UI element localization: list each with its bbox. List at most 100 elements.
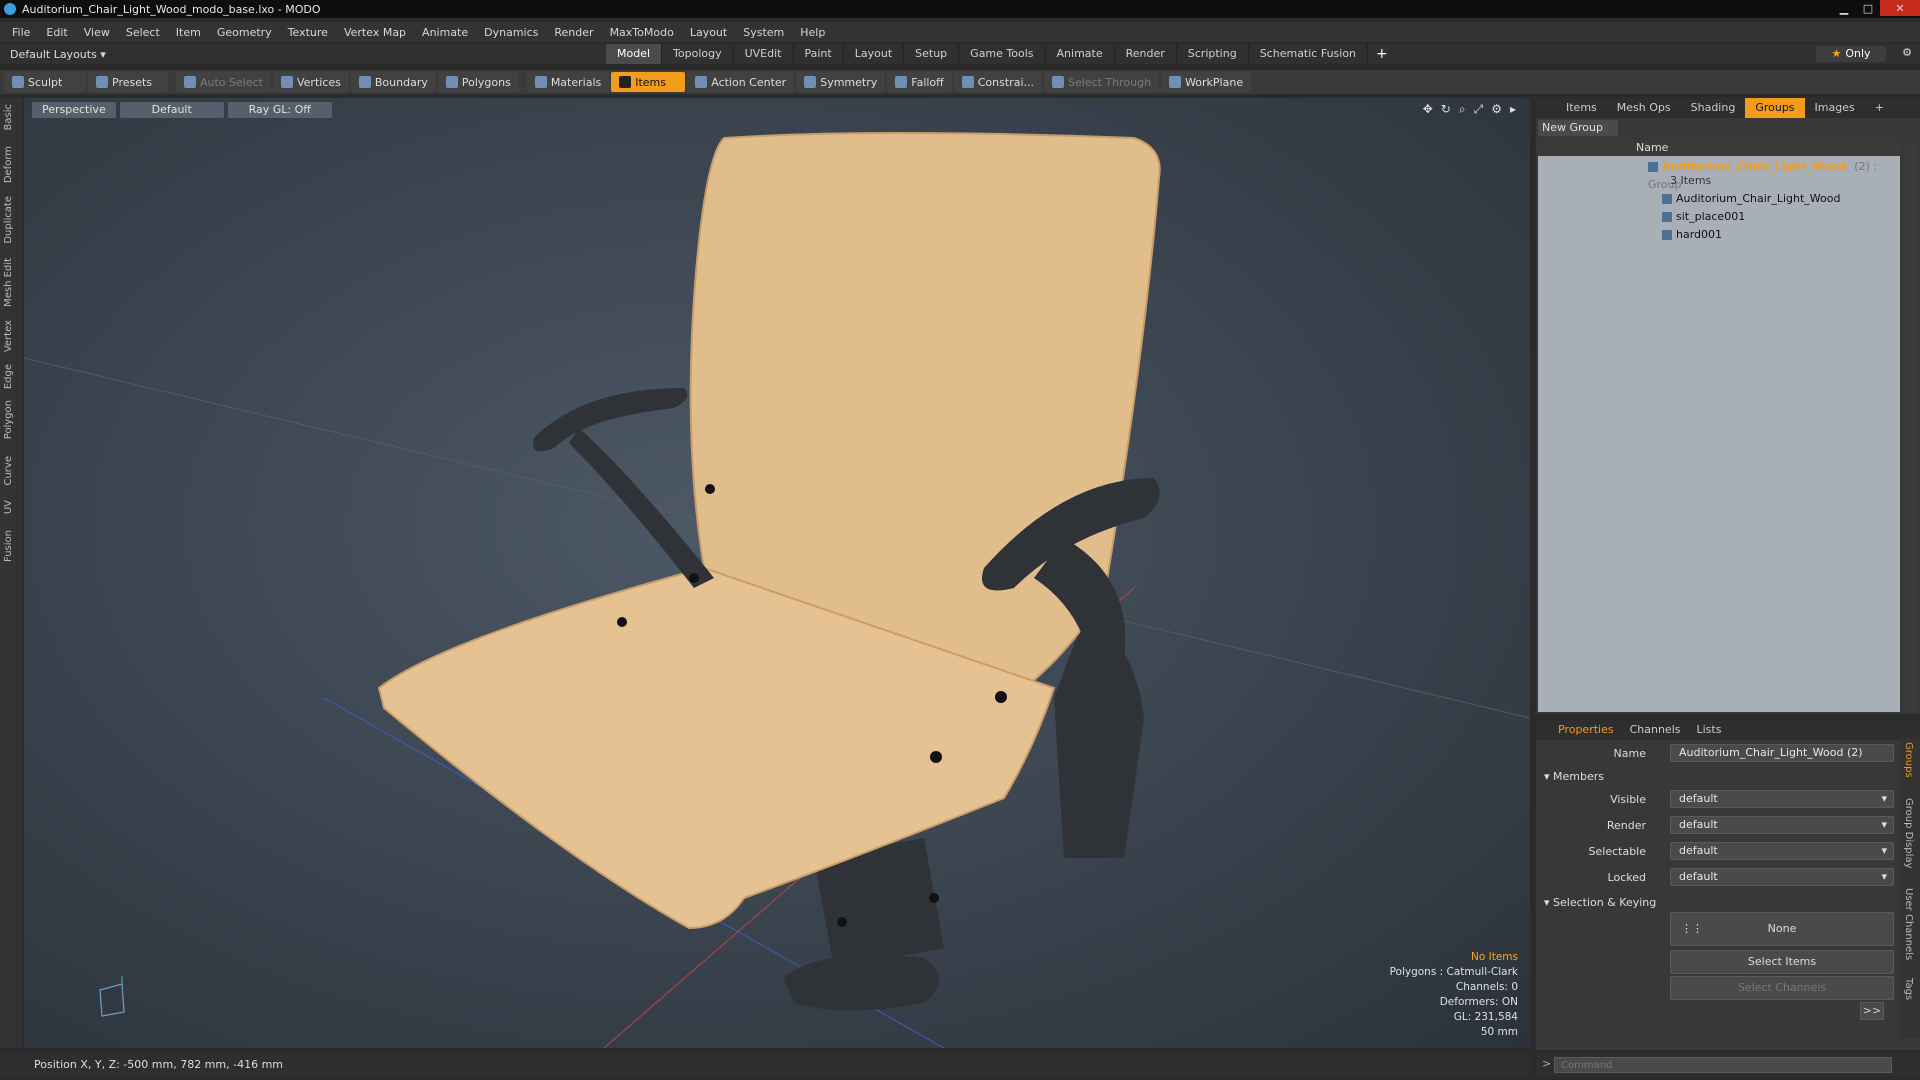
menu-layout[interactable]: Layout <box>682 26 735 39</box>
left-tab-curve[interactable]: Curve <box>3 456 14 486</box>
selection-keying-section[interactable]: ▾ Selection & Keying <box>1544 896 1656 909</box>
symmetry-button[interactable]: Symmetry <box>796 72 886 92</box>
tab-layout[interactable]: Layout <box>844 44 905 64</box>
auto-select-icon <box>184 76 196 88</box>
visible-dropdown[interactable]: default <box>1670 790 1894 808</box>
tab-shading[interactable]: Shading <box>1681 98 1746 118</box>
menu-help[interactable]: Help <box>792 26 833 39</box>
tab-animate[interactable]: Animate <box>1046 44 1115 64</box>
constraints-button[interactable]: Constrai... <box>953 72 1042 92</box>
tab-lists[interactable]: Lists <box>1689 720 1730 740</box>
add-panel-tab-icon[interactable]: + <box>1865 98 1894 118</box>
presets-button[interactable]: Presets <box>88 72 168 92</box>
tab-mesh-ops[interactable]: Mesh Ops <box>1607 98 1681 118</box>
viewport-gear-icon[interactable]: ⚙ <box>1491 102 1502 117</box>
boundary-button[interactable]: Boundary <box>350 72 436 92</box>
maximize-icon[interactable]: □ <box>1856 0 1880 16</box>
menu-view[interactable]: View <box>76 26 118 39</box>
raygl-button[interactable]: Ray GL: Off <box>227 102 332 118</box>
side-tab-tags[interactable]: Tags <box>1903 978 1914 1000</box>
list-item[interactable]: hard001 <box>1538 226 1900 244</box>
action-center-button[interactable]: Action Center <box>687 72 795 92</box>
menu-animate[interactable]: Animate <box>414 26 476 39</box>
left-tab-duplicate[interactable]: Duplicate <box>3 196 14 244</box>
menu-edit[interactable]: Edit <box>38 26 75 39</box>
groups-scrollbar[interactable] <box>1906 140 1916 712</box>
name-column-header[interactable]: Name <box>1538 140 1900 156</box>
close-icon[interactable]: ✕ <box>1880 0 1920 16</box>
left-tab-edge[interactable]: Edge <box>3 364 14 389</box>
tab-render[interactable]: Render <box>1115 44 1177 64</box>
only-button[interactable]: ★ Only <box>1816 46 1886 62</box>
left-tab-polygon[interactable]: Polygon <box>3 400 14 439</box>
items-button[interactable]: Items <box>611 72 686 92</box>
side-tab-groups[interactable]: Groups <box>1903 742 1914 778</box>
select-through-button[interactable]: Select Through <box>1044 72 1160 92</box>
default-layouts-dropdown[interactable]: Default Layouts ▾ <box>0 48 600 61</box>
rotate-icon[interactable]: ↻ <box>1441 102 1451 117</box>
falloff-button[interactable]: Falloff <box>887 72 952 92</box>
menu-render[interactable]: Render <box>546 26 601 39</box>
left-tab-basic[interactable]: Basic <box>3 104 14 130</box>
left-tab-uv[interactable]: UV <box>3 500 14 514</box>
workplane-button[interactable]: WorkPlane <box>1161 72 1252 92</box>
left-tab-fusion[interactable]: Fusion <box>3 530 14 562</box>
name-field[interactable]: Auditorium_Chair_Light_Wood (2) <box>1670 744 1894 762</box>
tab-items[interactable]: Items <box>1556 98 1607 118</box>
fit-icon[interactable]: ⤢ <box>1474 102 1484 117</box>
list-item[interactable]: sit_place001 <box>1538 208 1900 226</box>
menu-texture[interactable]: Texture <box>280 26 336 39</box>
tab-channels[interactable]: Channels <box>1622 720 1689 740</box>
tab-paint[interactable]: Paint <box>794 44 844 64</box>
vertices-button[interactable]: Vertices <box>272 72 349 92</box>
pan-icon[interactable]: ✥ <box>1423 102 1433 117</box>
tab-topology[interactable]: Topology <box>662 44 734 64</box>
tab-schematic-fusion[interactable]: Schematic Fusion <box>1249 44 1369 64</box>
layout-tabs: Model Topology UVEdit Paint Layout Setup… <box>606 44 1396 64</box>
menu-vertex-map[interactable]: Vertex Map <box>336 26 414 39</box>
sculpt-button[interactable]: Sculpt <box>4 72 86 92</box>
tab-properties[interactable]: Properties <box>1550 720 1622 740</box>
new-group-button[interactable]: New Group <box>1538 120 1618 136</box>
shading-default-button[interactable]: Default <box>119 102 224 118</box>
left-tab-mesh-edit[interactable]: Mesh Edit <box>3 258 14 307</box>
polygons-button[interactable]: Polygons <box>437 72 519 92</box>
menu-dynamics[interactable]: Dynamics <box>476 26 546 39</box>
render-dropdown[interactable]: default <box>1670 816 1894 834</box>
tab-groups[interactable]: Groups <box>1745 98 1805 118</box>
menu-file[interactable]: File <box>4 26 38 39</box>
more-button[interactable]: >> <box>1860 1002 1884 1020</box>
list-item[interactable]: Auditorium_Chair_Light_Wood <box>1538 190 1900 208</box>
zoom-icon[interactable]: ⌕ <box>1459 102 1466 117</box>
menu-select[interactable]: Select <box>118 26 168 39</box>
select-items-button[interactable]: Select Items <box>1670 950 1894 974</box>
tab-model[interactable]: Model <box>606 44 663 64</box>
locked-dropdown[interactable]: default <box>1670 868 1894 886</box>
tab-scripting[interactable]: Scripting <box>1177 44 1249 64</box>
left-tab-vertex[interactable]: Vertex <box>3 320 14 352</box>
tab-uvedit[interactable]: UVEdit <box>734 44 794 64</box>
tab-game-tools[interactable]: Game Tools <box>959 44 1046 64</box>
menu-geometry[interactable]: Geometry <box>209 26 280 39</box>
left-tab-deform[interactable]: Deform <box>3 146 14 183</box>
menu-maxtomodo[interactable]: MaxToModo <box>602 26 682 39</box>
selectable-dropdown[interactable]: default <box>1670 842 1894 860</box>
members-section[interactable]: ▾ Members <box>1544 770 1604 783</box>
select-channels-button[interactable]: Select Channels <box>1670 976 1894 1000</box>
add-tab-icon[interactable]: + <box>1368 44 1396 64</box>
side-tab-group-display[interactable]: Group Display <box>1903 798 1914 868</box>
tab-setup[interactable]: Setup <box>904 44 960 64</box>
expand-arrow-icon[interactable]: ▸ <box>1510 102 1516 117</box>
tab-images[interactable]: Images <box>1805 98 1865 118</box>
keying-none-button[interactable]: ⋮⋮ None <box>1670 912 1894 946</box>
gear-icon[interactable]: ⚙ <box>1902 46 1912 59</box>
side-tab-user-channels[interactable]: User Channels <box>1903 888 1914 960</box>
3d-viewport[interactable]: Perspective Default Ray GL: Off ✥ ↻ ⌕ ⤢ … <box>24 98 1530 1048</box>
auto-select-button[interactable]: Auto Select <box>176 72 271 92</box>
command-input[interactable] <box>1554 1057 1892 1073</box>
menu-system[interactable]: System <box>735 26 792 39</box>
materials-button[interactable]: Materials <box>526 72 610 92</box>
view-perspective-button[interactable]: Perspective <box>32 102 116 118</box>
minimize-icon[interactable]: ▁ <box>1832 0 1856 16</box>
menu-item[interactable]: Item <box>168 26 209 39</box>
